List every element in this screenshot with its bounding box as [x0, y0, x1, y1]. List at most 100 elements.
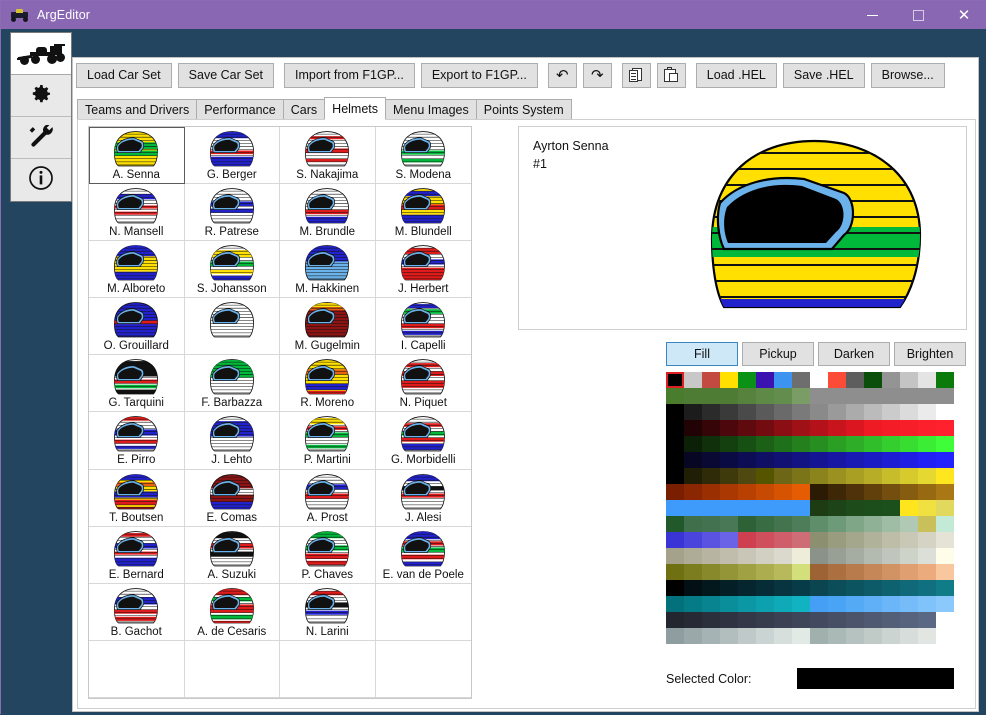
palette-swatch[interactable]: [738, 548, 756, 564]
tool-button-brighten[interactable]: Brighten: [894, 342, 966, 366]
tab-menu-images[interactable]: Menu Images: [385, 99, 477, 120]
palette-swatch[interactable]: [792, 532, 810, 548]
palette-swatch[interactable]: [900, 564, 918, 580]
palette-swatch[interactable]: [918, 468, 936, 484]
palette-swatch[interactable]: [918, 548, 936, 564]
palette-swatch[interactable]: [810, 388, 828, 404]
palette-swatch[interactable]: [774, 468, 792, 484]
palette-swatch[interactable]: [666, 612, 684, 628]
palette-swatch[interactable]: [702, 372, 720, 388]
palette-swatch[interactable]: [900, 484, 918, 500]
palette-swatch[interactable]: [738, 532, 756, 548]
palette-swatch[interactable]: [882, 484, 900, 500]
tool-button-fill[interactable]: Fill: [666, 342, 738, 366]
palette-swatch[interactable]: [756, 484, 774, 500]
driver-cell-empty[interactable]: [89, 640, 185, 698]
palette-swatch[interactable]: [846, 516, 864, 532]
driver-cell[interactable]: J. Herbert: [375, 241, 471, 299]
palette-swatch[interactable]: [792, 548, 810, 564]
palette-swatch[interactable]: [720, 468, 738, 484]
palette-swatch[interactable]: [936, 516, 954, 532]
palette-swatch[interactable]: [702, 436, 720, 452]
driver-cell[interactable]: T. Boutsen: [89, 469, 185, 527]
palette-swatch[interactable]: [792, 404, 810, 420]
palette-swatch[interactable]: [720, 596, 738, 612]
palette-swatch[interactable]: [846, 580, 864, 596]
sidebar-item-car-editor[interactable]: [11, 33, 71, 75]
palette-swatch[interactable]: [900, 596, 918, 612]
palette-swatch[interactable]: [846, 372, 864, 388]
palette-swatch[interactable]: [810, 404, 828, 420]
sidebar-item-settings[interactable]: [11, 75, 71, 117]
palette-swatch[interactable]: [810, 420, 828, 436]
palette-swatch[interactable]: [774, 484, 792, 500]
driver-cell[interactable]: M. Brundle: [280, 184, 376, 242]
driver-cell[interactable]: A. Senna: [89, 127, 185, 185]
palette-swatch[interactable]: [738, 580, 756, 596]
palette-swatch[interactable]: [666, 468, 684, 484]
palette-swatch[interactable]: [684, 532, 702, 548]
palette-swatch[interactable]: [666, 516, 684, 532]
palette-swatch[interactable]: [828, 516, 846, 532]
palette-swatch[interactable]: [756, 388, 774, 404]
palette-swatch[interactable]: [792, 388, 810, 404]
palette-swatch[interactable]: [738, 612, 756, 628]
driver-cell[interactable]: P. Chaves: [280, 526, 376, 584]
palette-swatch[interactable]: [828, 388, 846, 404]
palette-swatch[interactable]: [702, 452, 720, 468]
driver-cell[interactable]: N. Larini: [280, 583, 376, 641]
driver-cell[interactable]: M. Blundell: [375, 184, 471, 242]
palette-swatch[interactable]: [756, 452, 774, 468]
palette-swatch[interactable]: [702, 596, 720, 612]
palette-swatch[interactable]: [684, 484, 702, 500]
palette-swatch[interactable]: [792, 516, 810, 532]
palette-swatch[interactable]: [864, 500, 882, 516]
palette-swatch[interactable]: [666, 420, 684, 436]
palette-swatch[interactable]: [882, 372, 900, 388]
palette-swatch[interactable]: [774, 436, 792, 452]
palette-swatch[interactable]: [864, 532, 882, 548]
palette-swatch[interactable]: [684, 404, 702, 420]
driver-cell[interactable]: E. Comas: [184, 469, 280, 527]
palette-swatch[interactable]: [702, 516, 720, 532]
palette-swatch[interactable]: [810, 372, 828, 388]
palette-swatch[interactable]: [882, 596, 900, 612]
palette-swatch[interactable]: [882, 468, 900, 484]
driver-cell[interactable]: E. Bernard: [89, 526, 185, 584]
save-hel-button[interactable]: Save .HEL: [782, 62, 865, 88]
driver-cell[interactable]: A. Suzuki: [184, 526, 280, 584]
helmet-canvas[interactable]: [694, 131, 944, 327]
palette-swatch[interactable]: [918, 388, 936, 404]
palette-swatch[interactable]: [684, 548, 702, 564]
palette-swatch[interactable]: [936, 404, 954, 420]
palette-swatch[interactable]: [936, 468, 954, 484]
palette-swatch[interactable]: [774, 516, 792, 532]
tool-button-darken[interactable]: Darken: [818, 342, 890, 366]
palette-swatch[interactable]: [882, 420, 900, 436]
tab-teams-and-drivers[interactable]: Teams and Drivers: [77, 99, 198, 120]
palette-swatch[interactable]: [810, 436, 828, 452]
palette-swatch[interactable]: [774, 580, 792, 596]
palette-swatch[interactable]: [738, 500, 756, 516]
tool-button-pickup[interactable]: Pickup: [742, 342, 814, 366]
palette-swatch[interactable]: [666, 500, 684, 516]
driver-cell[interactable]: G. Tarquini: [89, 355, 185, 413]
palette-swatch[interactable]: [828, 580, 846, 596]
palette-swatch[interactable]: [720, 628, 738, 644]
palette-swatch[interactable]: [792, 564, 810, 580]
palette-swatch[interactable]: [702, 548, 720, 564]
palette-swatch[interactable]: [756, 628, 774, 644]
palette-swatch[interactable]: [756, 404, 774, 420]
driver-cell[interactable]: I. Capelli: [375, 298, 471, 356]
palette-swatch[interactable]: [864, 404, 882, 420]
palette-swatch[interactable]: [738, 628, 756, 644]
palette-swatch[interactable]: [936, 372, 954, 388]
palette-swatch[interactable]: [918, 436, 936, 452]
tab-performance[interactable]: Performance: [196, 99, 284, 120]
palette-swatch[interactable]: [882, 388, 900, 404]
palette-swatch[interactable]: [666, 580, 684, 596]
palette-swatch[interactable]: [792, 612, 810, 628]
palette-swatch[interactable]: [810, 548, 828, 564]
driver-cell[interactable]: E. Pirro: [89, 412, 185, 470]
palette-swatch[interactable]: [810, 628, 828, 644]
